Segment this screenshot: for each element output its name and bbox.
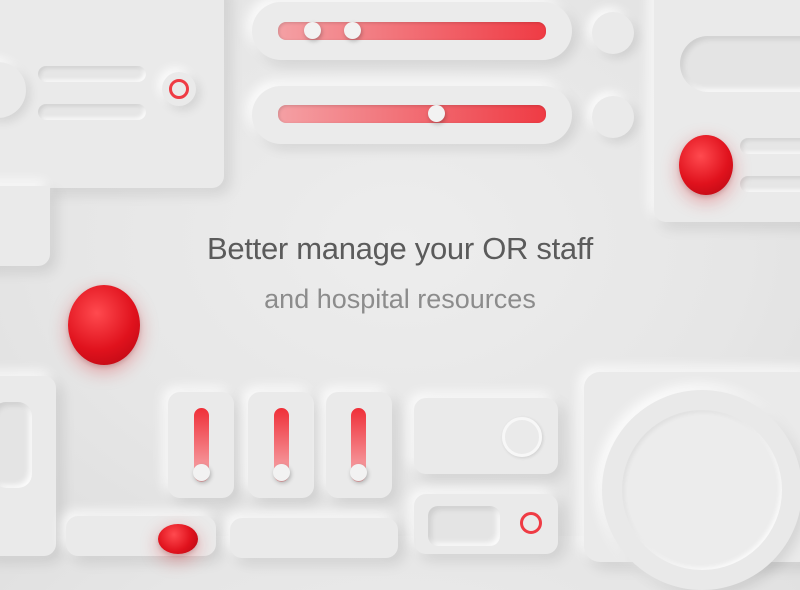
toggle-ring-icon[interactable] [502, 417, 542, 457]
bottom-strip-card [66, 516, 216, 556]
vertical-slider-card-3 [326, 392, 392, 498]
dial-card [584, 372, 800, 590]
red-status-dot-icon[interactable] [68, 285, 140, 365]
round-button[interactable] [592, 12, 634, 54]
bottom-strip-card [230, 518, 398, 558]
vertical-slider-thumb[interactable] [273, 464, 290, 481]
toggle-card [414, 398, 558, 474]
top-right-card [654, 0, 800, 222]
vertical-slider-card-1 [168, 392, 234, 498]
red-status-dot-icon[interactable] [679, 135, 733, 195]
placeholder-bar [38, 104, 146, 120]
round-button[interactable] [592, 96, 634, 138]
input-slot[interactable] [0, 402, 32, 488]
headline: Better manage your OR staff [207, 231, 593, 266]
range-slider-panel [252, 2, 572, 60]
vertical-slider-thumb[interactable] [350, 464, 367, 481]
radio-ring-icon [169, 79, 189, 99]
value-slider-panel [252, 86, 572, 144]
range-slider-high-thumb[interactable] [344, 22, 361, 39]
placeholder-bar [740, 176, 800, 192]
round-button[interactable] [0, 62, 26, 118]
top-left-card [0, 0, 224, 188]
placeholder-bar [38, 66, 146, 82]
value-slider-thumb[interactable] [428, 105, 445, 122]
vertical-slider-card-2 [248, 392, 314, 498]
bottom-left-card [0, 376, 56, 556]
dial-inner [622, 410, 782, 570]
placeholder-bar [740, 138, 800, 154]
bottom-middle-card [414, 494, 558, 554]
red-status-dot-icon[interactable] [158, 524, 198, 554]
input-slot[interactable] [680, 36, 800, 92]
range-slider-low-thumb[interactable] [304, 22, 321, 39]
vertical-slider-thumb[interactable] [193, 464, 210, 481]
radio-ring-icon[interactable] [520, 512, 542, 534]
value-slider-track[interactable] [278, 105, 546, 123]
input-slot[interactable] [428, 506, 500, 546]
